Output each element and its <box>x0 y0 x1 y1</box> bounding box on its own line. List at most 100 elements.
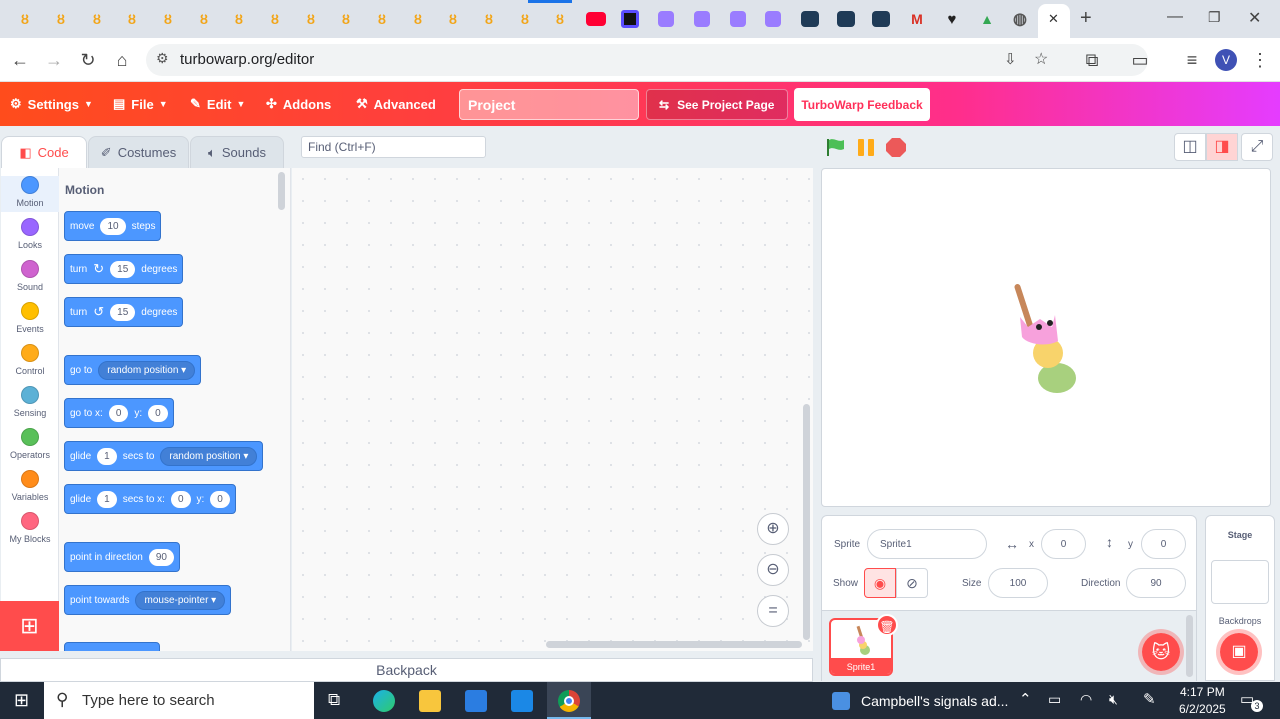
advanced-menu[interactable]: ⚒ Advanced <box>356 82 436 126</box>
battery-icon[interactable]: ▭ <box>1048 691 1061 708</box>
add-extension-button[interactable]: ⊞ <box>0 601 59 651</box>
volume-muted-icon[interactable]: 🔇︎ <box>1109 691 1118 708</box>
addons-button[interactable]: ✣ Addons <box>266 82 331 126</box>
browser-tab[interactable]: ȣ <box>335 8 357 30</box>
category-operators[interactable]: Operators <box>1 428 59 460</box>
stage-thumbnail[interactable] <box>1211 560 1269 604</box>
bookmark-star-icon[interactable]: ☆ <box>1034 49 1048 69</box>
install-app-icon[interactable]: ⇩ <box>1004 50 1017 68</box>
browser-tab[interactable]: ȣ <box>478 8 500 30</box>
secs-input[interactable]: 1 <box>97 447 117 465</box>
browser-tab[interactable]: ȣ <box>300 8 322 30</box>
small-stage-button[interactable]: ◫ <box>1174 133 1206 161</box>
block-glide-to[interactable]: glide 1 secs to random position ▾ <box>64 441 264 471</box>
target-dropdown[interactable]: random position ▾ <box>160 446 258 466</box>
block-go-to-xy[interactable]: go to x: 0 y: 0 <box>64 398 174 428</box>
zoom-out-button[interactable]: ⊖ <box>757 554 789 586</box>
app-tab-icon[interactable] <box>801 11 819 27</box>
edge-icon[interactable] <box>373 690 395 712</box>
block-turn-left[interactable]: turn ↺ 15 degrees <box>64 297 184 327</box>
category-events[interactable]: Events <box>1 302 59 334</box>
file-menu[interactable]: ▤ File ▼ <box>113 82 168 126</box>
block-point-towards[interactable]: point towards mouse-pointer ▾ <box>64 585 232 615</box>
cube-tab-icon[interactable] <box>765 11 781 27</box>
category-sensing[interactable]: Sensing <box>1 386 59 418</box>
profile-avatar[interactable]: V <box>1215 49 1237 71</box>
category-looks[interactable]: Looks <box>1 218 59 250</box>
browser-tab[interactable]: ȣ <box>442 8 464 30</box>
sprite-list-scrollbar[interactable] <box>1186 615 1193 677</box>
towards-dropdown[interactable]: mouse-pointer ▾ <box>135 590 226 610</box>
windows-start-icon[interactable]: ⊞ <box>14 690 29 711</box>
sprite-name-input[interactable]: Sprite1 <box>867 529 987 559</box>
category-my-blocks[interactable]: My Blocks <box>1 512 59 544</box>
close-tab-icon[interactable]: ✕ <box>1048 11 1059 27</box>
browser-tab[interactable]: ȣ <box>50 8 72 30</box>
browser-tab[interactable]: ȣ <box>371 8 393 30</box>
backpack[interactable]: Backpack <box>0 658 813 682</box>
mail-icon[interactable] <box>511 690 533 712</box>
browser-tab[interactable]: ȣ <box>157 8 179 30</box>
see-project-page-button[interactable]: ⇆ See Project Page <box>646 89 788 120</box>
drive-tab-icon[interactable]: ▲ <box>976 8 998 30</box>
hide-sprite-eye-icon[interactable]: ⊘ <box>896 568 928 598</box>
y-input[interactable]: 0 <box>210 490 230 508</box>
category-sound[interactable]: Sound <box>1 260 59 292</box>
block-move-steps[interactable]: move 10 steps <box>64 211 162 241</box>
direction-input[interactable]: 90 <box>148 548 174 566</box>
settings-menu[interactable]: ⚙ Settings ▼ <box>10 82 93 126</box>
site-info-icon[interactable]: ⚙ <box>156 50 169 67</box>
heart-tab-icon[interactable]: ♥ <box>941 8 963 30</box>
x-input[interactable]: 0 <box>170 490 191 508</box>
workspace-horizontal-scrollbar[interactable] <box>546 641 802 648</box>
category-control[interactable]: Control <box>1 344 59 376</box>
pause-icon[interactable] <box>855 137 877 157</box>
app-tab-icon[interactable] <box>837 11 855 27</box>
block-turn-right[interactable]: turn ↻ 15 degrees <box>64 254 184 284</box>
browser-tab[interactable]: ȣ <box>407 8 429 30</box>
active-browser-tab[interactable]: ✕ <box>1038 4 1070 38</box>
x-input[interactable]: 0 <box>108 404 129 422</box>
app-tab-icon[interactable] <box>621 10 639 28</box>
block-go-to[interactable]: go to random position ▾ <box>64 355 202 385</box>
tab-costumes[interactable]: ✐ Costumes <box>88 136 189 168</box>
clock-date[interactable]: 6/2/2025 <box>1179 702 1226 716</box>
stage-selector[interactable]: Stage Backdrops ▣ <box>1205 515 1275 681</box>
direction-input[interactable]: 90 <box>1126 568 1186 598</box>
degrees-input[interactable]: 15 <box>110 260 136 278</box>
close-window-icon[interactable]: ✕ <box>1248 8 1261 28</box>
browser-tab[interactable]: ȣ <box>121 8 143 30</box>
store-icon[interactable] <box>465 690 487 712</box>
target-dropdown[interactable]: random position ▾ <box>98 360 196 380</box>
project-title-input[interactable]: Project <box>459 89 639 120</box>
chevron-up-icon[interactable]: ⌃ <box>1019 690 1032 708</box>
youtube-tab-icon[interactable] <box>586 12 606 26</box>
palette-scrollbar[interactable] <box>278 172 285 210</box>
back-icon[interactable]: ← <box>8 48 32 72</box>
minimize-icon[interactable]: — <box>1167 8 1183 26</box>
wifi-icon[interactable]: ◠ <box>1080 691 1092 708</box>
secs-input[interactable]: 1 <box>97 490 117 508</box>
taskbar-search-input[interactable]: ⚲ Type here to search <box>44 682 314 719</box>
y-input[interactable]: 0 <box>148 404 168 422</box>
x-position-input[interactable]: 0 <box>1041 529 1086 559</box>
block-point-in-direction[interactable]: point in direction 90 <box>64 542 180 572</box>
large-stage-button[interactable]: ◨ <box>1206 133 1238 161</box>
cube-tab-icon[interactable] <box>730 11 746 27</box>
zoom-in-button[interactable]: ⊕ <box>757 513 789 545</box>
media-icon[interactable]: ≡ <box>1180 48 1204 72</box>
y-position-input[interactable]: 0 <box>1141 529 1186 559</box>
browser-tab[interactable]: ȣ <box>86 8 108 30</box>
news-widget-text[interactable]: Campbell's signals ad... <box>861 693 1008 709</box>
size-input[interactable]: 100 <box>988 568 1048 598</box>
sprite-on-stage[interactable] <box>822 169 1272 508</box>
address-bar[interactable]: ⚙ turbowarp.org/editor ⇩ ☆ <box>146 44 1148 76</box>
file-explorer-icon[interactable] <box>419 690 441 712</box>
find-input[interactable]: Find (Ctrl+F) <box>301 136 486 158</box>
category-variables[interactable]: Variables <box>1 470 59 502</box>
pen-icon[interactable]: ✎ <box>1143 690 1156 708</box>
edit-menu[interactable]: ✎ Edit ▼ <box>190 82 245 126</box>
add-sprite-button[interactable]: 🐱︎ <box>1138 629 1184 675</box>
fullscreen-button[interactable]: ⤢ <box>1241 133 1273 161</box>
extensions-icon[interactable]: ⧉ <box>1080 48 1104 72</box>
